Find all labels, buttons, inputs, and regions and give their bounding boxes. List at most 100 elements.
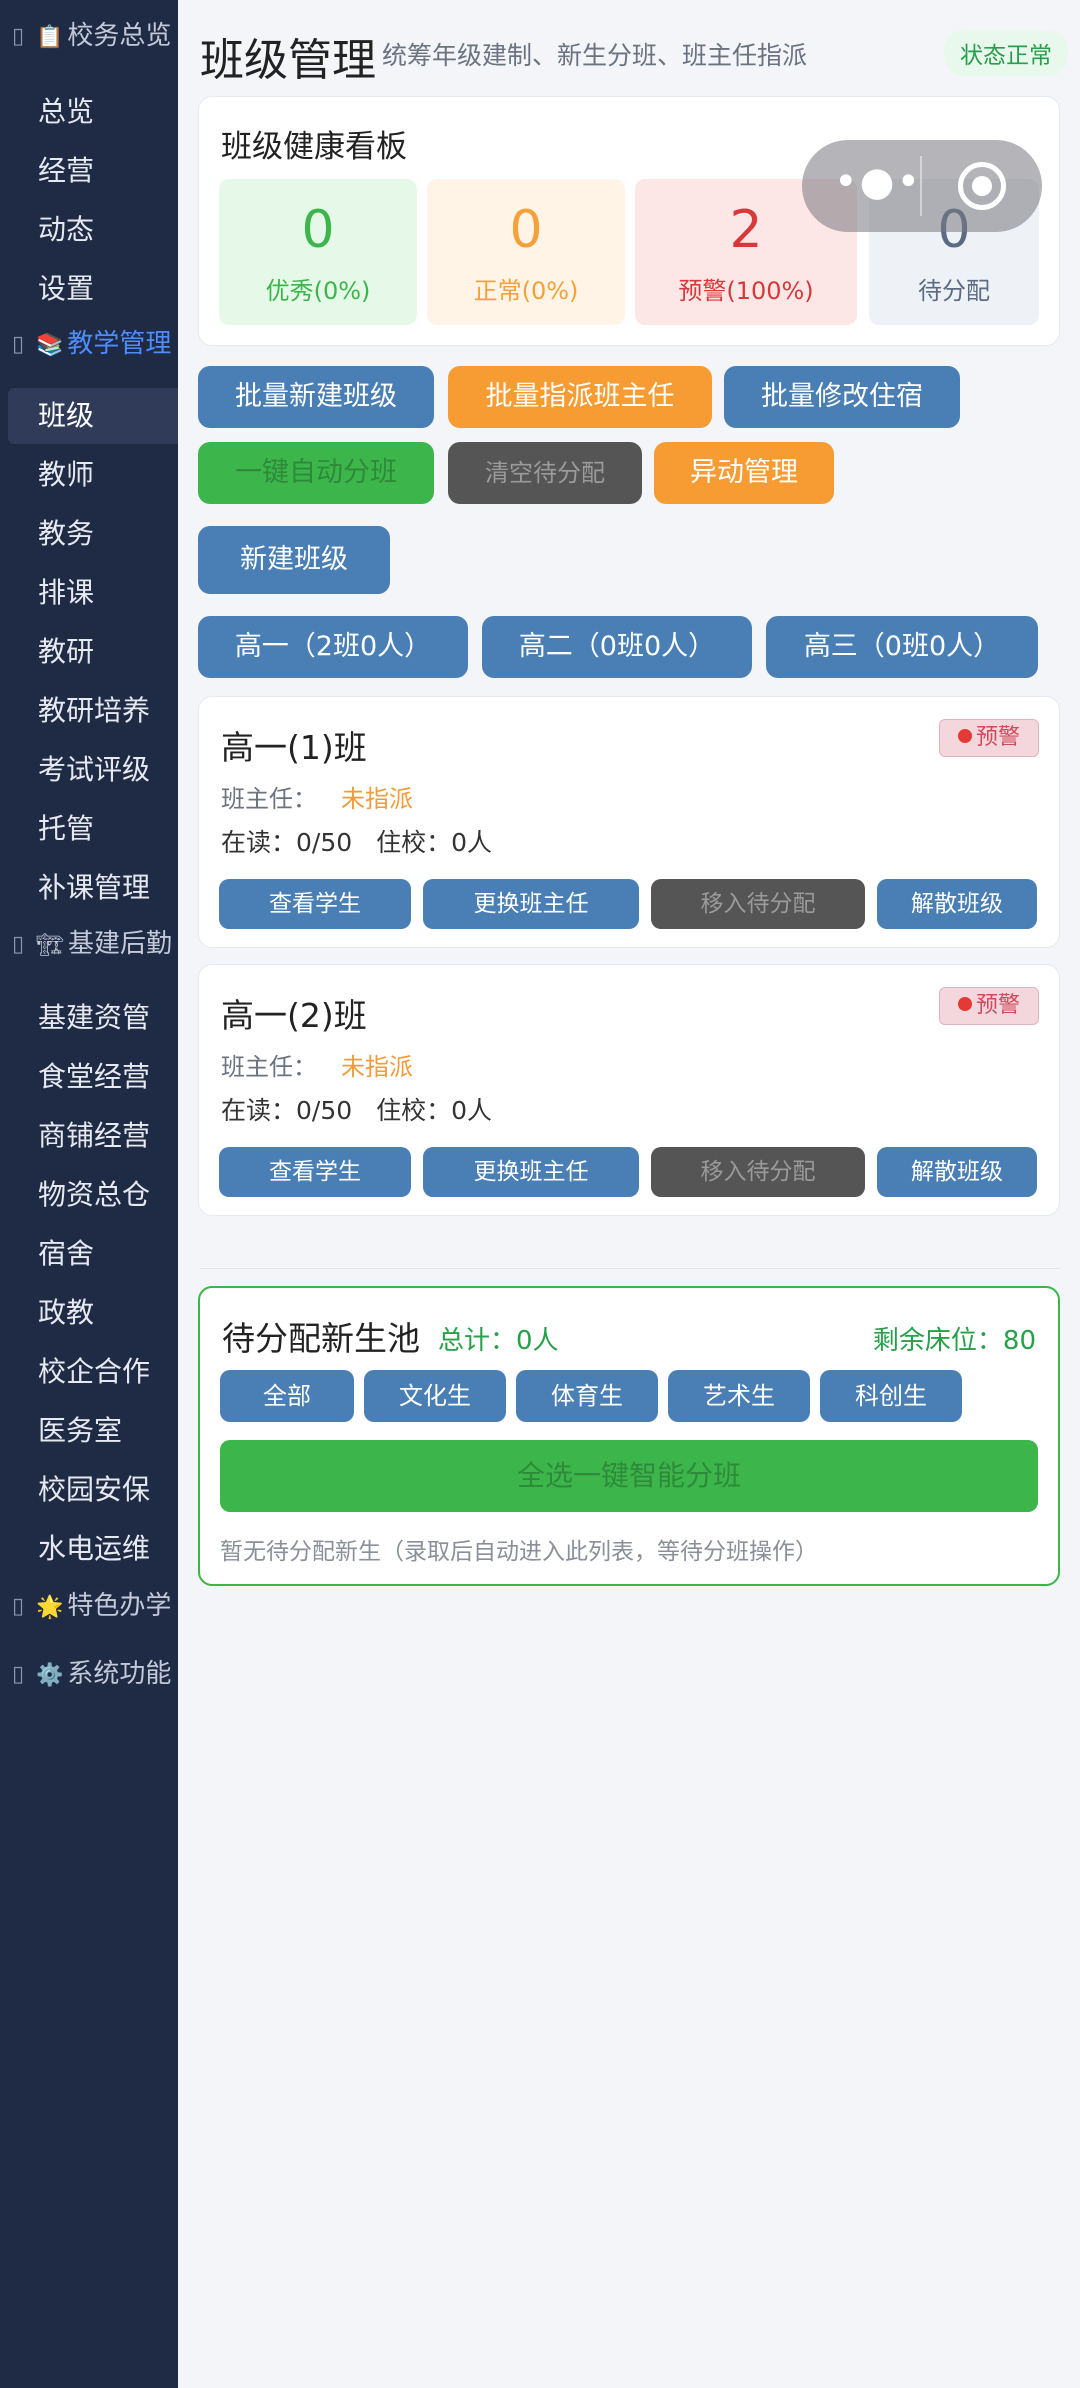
teacher-value: 未指派 bbox=[341, 785, 413, 813]
batch-assign-teacher-button[interactable]: 批量指派班主任 bbox=[448, 366, 712, 428]
dissolve-class-button[interactable]: 解散班级 bbox=[877, 1147, 1037, 1197]
batch-edit-dorm-button[interactable]: 批量修改住宿 bbox=[724, 366, 960, 428]
sidebar-item-assets[interactable]: 基建资管 bbox=[8, 990, 178, 1046]
chevron-icon: ▯ bbox=[11, 24, 25, 49]
sidebar-item-activity[interactable]: 动态 bbox=[8, 202, 178, 258]
pending-pool: 待分配新生池 总计：0人 剩余床位：80 全部 文化生 体育生 艺术生 科创生 … bbox=[198, 1286, 1060, 1586]
teacher-label: 班主任： bbox=[221, 785, 317, 813]
sidebar-group-special[interactable]: ▯ 🌟 特色办学 bbox=[0, 1588, 178, 1626]
sidebar-item-politics[interactable]: 政教 bbox=[8, 1285, 178, 1341]
capsule-menu: •●• bbox=[802, 140, 1042, 232]
move-to-pending-button[interactable]: 移入待分配 bbox=[651, 1147, 865, 1197]
sidebar-group-label: 教学管理 bbox=[67, 329, 172, 359]
stat-value: 0 bbox=[509, 200, 543, 260]
more-icon[interactable]: •●• bbox=[834, 160, 922, 204]
change-teacher-button[interactable]: 更换班主任 bbox=[423, 879, 639, 929]
sidebar-item-exams[interactable]: 考试评级 bbox=[8, 742, 178, 798]
main-content: 班级管理 统筹年级建制、新生分班、班主任指派 状态正常 班级健康看板 0 优秀(… bbox=[178, 0, 1080, 2388]
class-name: 高一(1)班 bbox=[221, 728, 367, 767]
sidebar-item-shops[interactable]: 商铺经营 bbox=[8, 1108, 178, 1164]
capsule-divider bbox=[920, 156, 922, 216]
sidebar-item-canteen[interactable]: 食堂经营 bbox=[8, 1049, 178, 1105]
close-target-icon[interactable] bbox=[958, 162, 1006, 210]
stat-label: 待分配 bbox=[918, 277, 990, 305]
gear-icon: ⚙️ bbox=[36, 1663, 64, 1688]
sidebar-item-warehouse[interactable]: 物资总仓 bbox=[8, 1167, 178, 1223]
enrolled-count: 在读：0/50 bbox=[221, 1096, 353, 1125]
sidebar-item-daycare[interactable]: 托管 bbox=[8, 801, 178, 857]
dissolve-class-button[interactable]: 解散班级 bbox=[877, 879, 1037, 929]
enrolled-count: 在读：0/50 bbox=[221, 828, 353, 857]
status-badge: 状态正常 bbox=[944, 30, 1068, 76]
clear-pending-button[interactable]: 清空待分配 bbox=[448, 442, 642, 504]
warning-label: 预警 bbox=[975, 993, 1020, 1018]
filter-arts[interactable]: 艺术生 bbox=[668, 1370, 810, 1422]
page-subtitle: 统筹年级建制、新生分班、班主任指派 bbox=[382, 41, 808, 70]
sidebar-group-label: 校务总览 bbox=[67, 21, 172, 51]
transfer-management-button[interactable]: 异动管理 bbox=[654, 442, 834, 504]
sidebar-group-teaching[interactable]: ▯ 📚 教学管理 bbox=[0, 326, 178, 364]
filter-all[interactable]: 全部 bbox=[220, 1370, 354, 1422]
pool-title: 待分配新生池 bbox=[222, 1319, 420, 1358]
sidebar-item-security[interactable]: 校园安保 bbox=[8, 1462, 178, 1518]
sidebar-item-business[interactable]: 经营 bbox=[8, 143, 178, 199]
books-icon: 📚 bbox=[36, 333, 64, 358]
grade-tab-2[interactable]: 高二（0班0人） bbox=[482, 616, 752, 678]
class-card: 高一(1)班 预警 班主任： 未指派 在读：0/50 住校：0人 查看学生 更换班主… bbox=[198, 696, 1060, 948]
sidebar-item-research[interactable]: 教研 bbox=[8, 624, 178, 680]
sidebar: ▯ 📋 校务总览 总览 经营 动态 设置 ▯ 📚 教学管理 班级 教师 教务 排课 … bbox=[0, 0, 178, 2388]
construction-icon: 🏗 bbox=[36, 933, 64, 958]
stat-label: 优秀(0%) bbox=[265, 277, 371, 305]
change-teacher-button[interactable]: 更换班主任 bbox=[423, 1147, 639, 1197]
view-students-button[interactable]: 查看学生 bbox=[219, 1147, 411, 1197]
sidebar-item-schedule[interactable]: 排课 bbox=[8, 565, 178, 621]
batch-create-class-button[interactable]: 批量新建班级 bbox=[198, 366, 434, 428]
sidebar-group-label: 特色办学 bbox=[67, 1591, 172, 1621]
filter-sports[interactable]: 体育生 bbox=[516, 1370, 658, 1422]
sidebar-item-clinic[interactable]: 医务室 bbox=[8, 1403, 178, 1459]
chevron-icon: ▯ bbox=[11, 932, 25, 957]
filter-academic[interactable]: 文化生 bbox=[364, 1370, 506, 1422]
auto-assign-button[interactable]: 一键自动分班 bbox=[198, 442, 434, 504]
remaining-beds: 剩余床位：80 bbox=[872, 1326, 1036, 1356]
grade-tab-3[interactable]: 高三（0班0人） bbox=[766, 616, 1038, 678]
sidebar-group-label: 系统功能 bbox=[67, 1659, 172, 1689]
smart-assign-button[interactable]: 全选一键智能分班 bbox=[220, 1440, 1038, 1512]
sidebar-group-system[interactable]: ▯ ⚙️ 系统功能 bbox=[0, 1656, 178, 1694]
sidebar-item-settings[interactable]: 设置 bbox=[8, 261, 178, 317]
chevron-icon: ▯ bbox=[11, 1594, 25, 1619]
sidebar-item-overview[interactable]: 总览 bbox=[8, 84, 178, 140]
sidebar-item-training[interactable]: 教研培养 bbox=[8, 683, 178, 739]
grade-tab-1[interactable]: 高一（2班0人） bbox=[198, 616, 468, 678]
sidebar-item-dorm[interactable]: 宿舍 bbox=[8, 1226, 178, 1282]
sidebar-group-logistics[interactable]: ▯ 🏗 基建后勤 bbox=[0, 926, 178, 964]
stat-label: 正常(0%) bbox=[473, 277, 579, 305]
filter-science[interactable]: 科创生 bbox=[820, 1370, 962, 1422]
sidebar-group-label: 基建后勤 bbox=[67, 929, 172, 959]
stat-normal[interactable]: 0 正常(0%) bbox=[427, 179, 625, 325]
stat-excellent[interactable]: 0 优秀(0%) bbox=[219, 179, 417, 325]
divider bbox=[200, 1268, 1060, 1269]
class-name: 高一(2)班 bbox=[221, 996, 367, 1035]
sidebar-group-overview[interactable]: ▯ 📋 校务总览 bbox=[0, 18, 178, 56]
sidebar-item-teachers[interactable]: 教师 bbox=[8, 447, 178, 503]
sidebar-item-utilities[interactable]: 水电运维 bbox=[8, 1521, 178, 1577]
clipboard-icon: 📋 bbox=[36, 25, 64, 50]
teacher-value: 未指派 bbox=[341, 1053, 413, 1081]
warning-dot-icon bbox=[957, 729, 972, 743]
sidebar-item-classes[interactable]: 班级 bbox=[8, 388, 178, 444]
pool-total: 总计：0人 bbox=[438, 1326, 559, 1356]
sidebar-item-academic[interactable]: 教务 bbox=[8, 506, 178, 562]
star-icon: 🌟 bbox=[36, 1595, 64, 1620]
chevron-icon: ▯ bbox=[11, 1662, 25, 1687]
warning-dot-icon bbox=[957, 997, 972, 1011]
view-students-button[interactable]: 查看学生 bbox=[219, 879, 411, 929]
empty-message: 暂无待分配新生（录取后自动进入此列表，等待分班操作） bbox=[220, 1539, 818, 1565]
teacher-label: 班主任： bbox=[221, 1053, 317, 1081]
boarding-count: 住校：0人 bbox=[376, 828, 493, 857]
sidebar-item-enterprise[interactable]: 校企合作 bbox=[8, 1344, 178, 1400]
warning-label: 预警 bbox=[975, 725, 1020, 750]
move-to-pending-button[interactable]: 移入待分配 bbox=[651, 879, 865, 929]
new-class-button[interactable]: 新建班级 bbox=[198, 526, 390, 594]
sidebar-item-tutoring[interactable]: 补课管理 bbox=[8, 860, 178, 916]
